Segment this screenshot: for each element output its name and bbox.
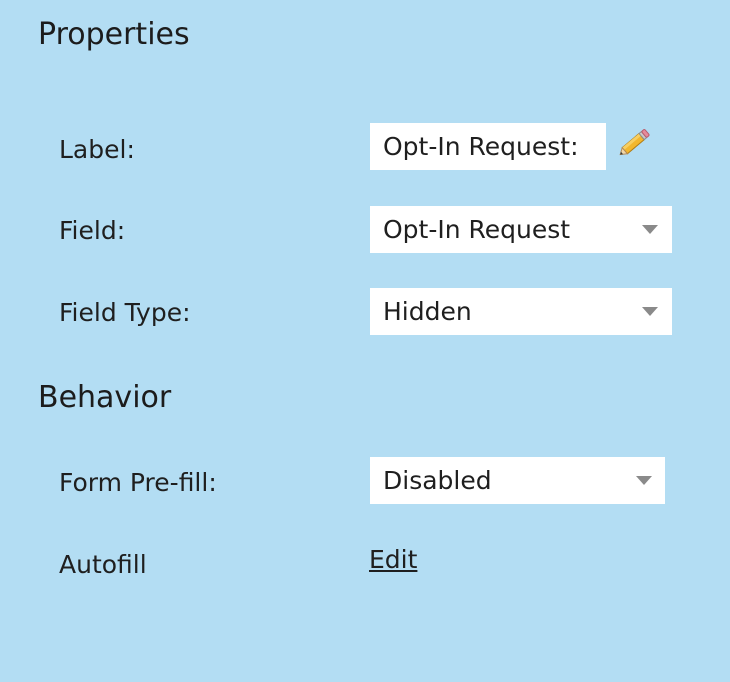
chevron-down-icon [642,307,658,316]
field-select[interactable]: Opt-In Request [370,206,672,253]
properties-heading: Properties [38,17,190,52]
label-field-label: Label: [59,135,135,164]
field-label: Field: [59,216,126,245]
pencil-icon[interactable] [616,126,652,160]
form-prefill-select[interactable]: Disabled [370,457,665,504]
autofill-label: Autofill [59,550,147,579]
field-type-select[interactable]: Hidden [370,288,672,335]
label-input[interactable]: Opt-In Request: [370,123,606,170]
field-type-label: Field Type: [59,298,191,327]
autofill-edit-link[interactable]: Edit [369,547,417,572]
chevron-down-icon [642,225,658,234]
field-select-value: Opt-In Request [383,215,571,244]
field-type-select-value: Hidden [383,297,472,326]
behavior-heading: Behavior [38,380,172,415]
form-prefill-label: Form Pre-fill: [59,468,217,497]
form-prefill-select-value: Disabled [383,466,492,495]
chevron-down-icon [636,476,652,485]
